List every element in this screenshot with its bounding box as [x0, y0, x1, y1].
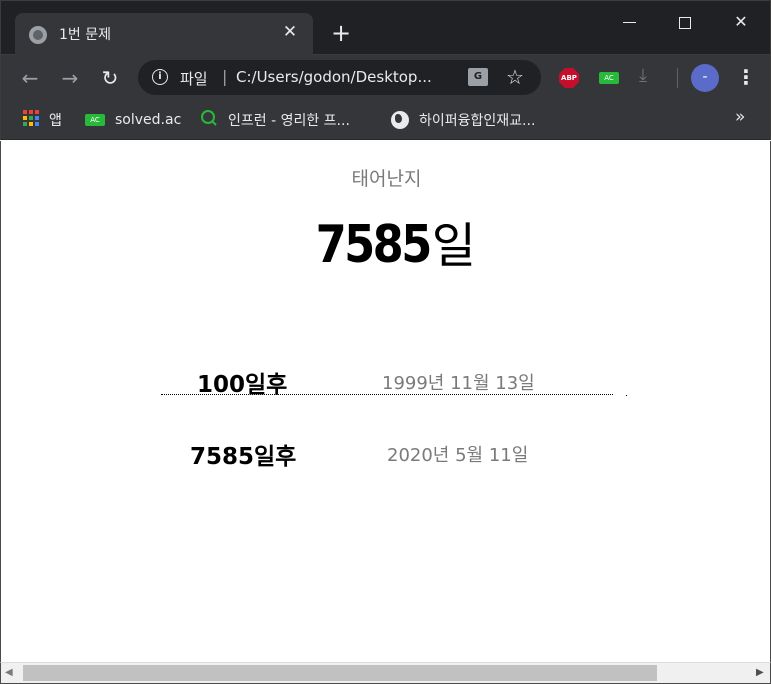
url-scheme-label: 파일 [180, 70, 208, 88]
bookmark-label: solved.ac [115, 112, 182, 128]
download-icon[interactable]: ⤓ [639, 65, 647, 86]
tab-close-button[interactable]: ✕ [279, 21, 301, 43]
tab-title: 1번 문제 [59, 27, 111, 43]
scroll-left-arrow-icon[interactable]: ◀ [5, 666, 17, 680]
days-count-heading: 7585일 [1, 206, 771, 276]
info-icon[interactable]: i [152, 69, 168, 85]
url-text[interactable]: C:/Users/godon/Desktop... [236, 68, 432, 86]
ac-icon: AC [85, 114, 105, 126]
inflearn-icon [200, 109, 218, 131]
row-label: 7585일후 [190, 444, 297, 470]
bookmark-label: 앱 [49, 113, 62, 129]
new-tab-button[interactable]: + [327, 19, 355, 47]
globe-icon [391, 111, 409, 129]
row-date: 2020년 5월 11일 [387, 445, 529, 466]
maximize-button[interactable] [665, 7, 705, 37]
address-bar[interactable]: i 파일 | C:/Users/godon/Desktop... G ☆ [138, 60, 541, 95]
profile-avatar[interactable]: - [691, 64, 719, 92]
toolbar-divider [677, 68, 678, 88]
bookmark-hyper-convergence[interactable]: 하이퍼융합인재교... [391, 108, 535, 132]
back-button[interactable]: ← [15, 63, 45, 93]
adblock-plus-icon[interactable]: ABP [559, 68, 579, 88]
bookmarks-bar: 앱 AC solved.ac 인프런 - 영리한 프... 하이퍼융합인재교..… [0, 100, 771, 140]
row-divider [161, 394, 627, 396]
window-close-button[interactable]: ✕ [721, 7, 761, 37]
minimize-icon [622, 21, 636, 24]
bookmark-inflearn[interactable]: 인프런 - 영리한 프... [200, 108, 350, 132]
bookmark-star-icon[interactable]: ☆ [506, 65, 524, 89]
apps-grid-icon [23, 110, 39, 130]
browser-titlebar: 1번 문제 ✕ + ✕ [0, 0, 771, 56]
days-count-number: 7585 [315, 215, 433, 275]
tab-active[interactable]: 1번 문제 ✕ [15, 13, 313, 56]
bookmarks-overflow-chevron-icon[interactable]: » [735, 107, 745, 127]
bookmark-label: 인프런 - 영리한 프... [228, 113, 350, 129]
browser-toolbar: ← → ↻ i 파일 | C:/Users/godon/Desktop... G… [0, 55, 771, 100]
bookmark-label: 하이퍼융합인재교... [419, 113, 536, 129]
scrollbar-thumb[interactable] [23, 665, 657, 681]
menu-icon[interactable]: ⋮ [736, 65, 756, 91]
solved-ac-extension-icon[interactable]: AC [599, 72, 619, 84]
minimize-button[interactable] [609, 7, 649, 37]
scroll-right-arrow-icon[interactable]: ▶ [756, 666, 768, 680]
row-date: 1999년 11월 13일 [382, 373, 535, 394]
bookmark-solved-ac[interactable]: AC solved.ac [85, 108, 181, 132]
maximize-icon [679, 16, 691, 29]
bookmark-apps[interactable]: 앱 [23, 108, 62, 132]
since-birth-label: 태어난지 [351, 168, 422, 190]
horizontal-scrollbar[interactable]: ◀ ▶ [0, 662, 771, 684]
page-content: 태어난지 7585일 100일후 1999년 11월 13일 7585일후 20… [0, 141, 771, 662]
reload-button[interactable]: ↻ [95, 63, 125, 93]
translate-icon[interactable]: G [468, 68, 488, 86]
globe-icon [29, 26, 47, 44]
forward-button[interactable]: → [55, 63, 85, 93]
url-separator: | [222, 67, 228, 86]
days-count-unit: 일 [431, 218, 476, 274]
